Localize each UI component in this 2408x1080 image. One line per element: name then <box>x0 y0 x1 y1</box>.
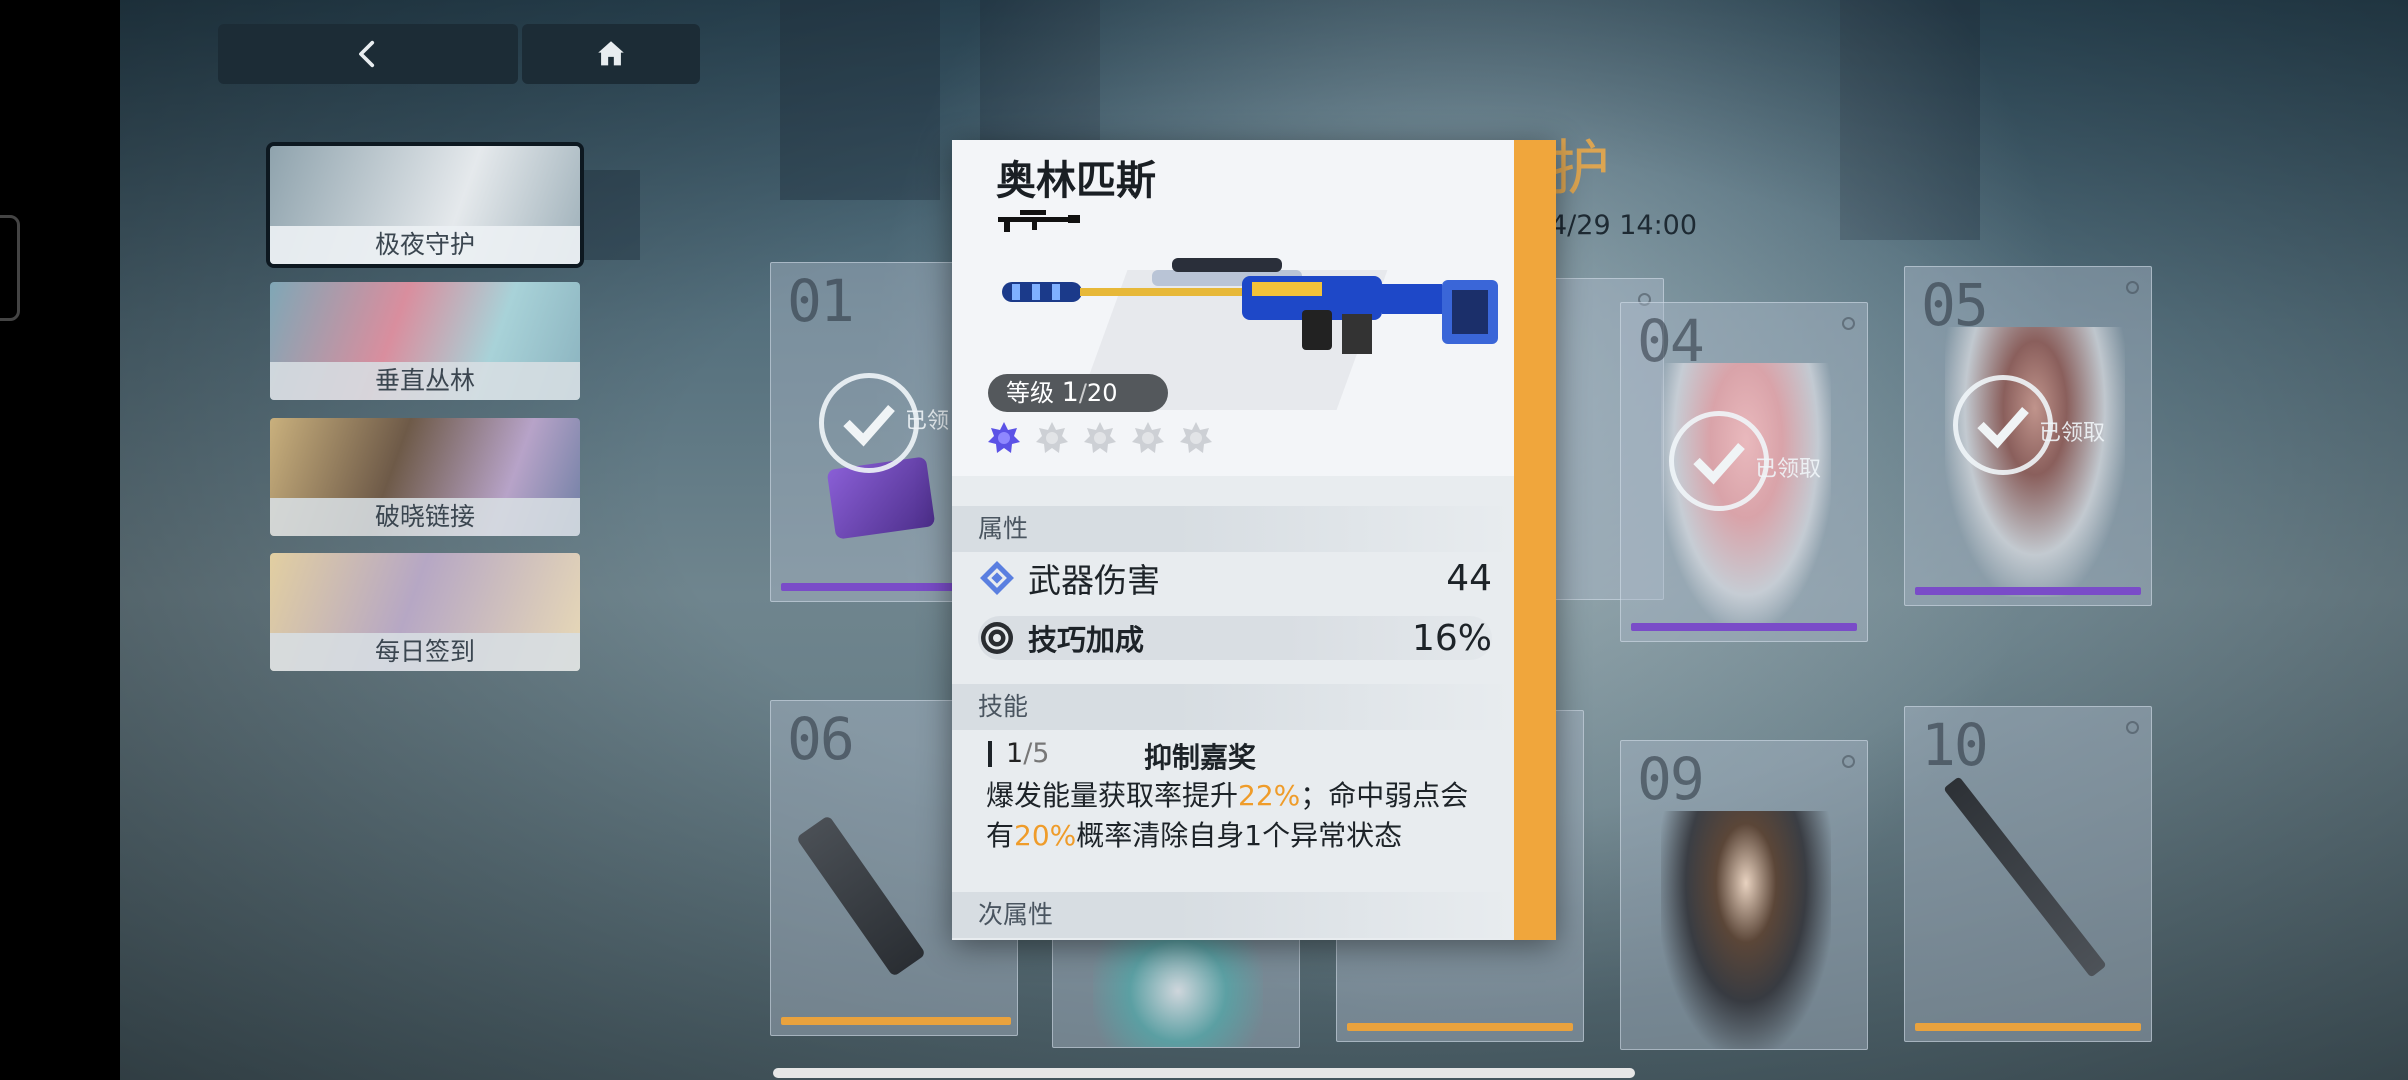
left-black-bar <box>0 0 120 1080</box>
sub-attributes-section-header: 次属性 <box>952 892 1514 938</box>
star-empty-icon <box>1082 420 1118 456</box>
sidebar-item-vertical-jungle[interactable]: 垂直丛林 <box>270 282 580 400</box>
sidebar-item-label: 每日签到 <box>270 633 580 671</box>
weapon-damage-icon <box>980 561 1014 595</box>
star-rank-row <box>986 420 1214 456</box>
card-dot <box>1842 755 1855 768</box>
star-filled-icon <box>986 420 1022 456</box>
back-button[interactable] <box>218 24 518 84</box>
sidebar-item-dawn-link[interactable]: 破晓链接 <box>270 418 580 536</box>
claimed-check-icon <box>1669 411 1769 511</box>
skill-level-max: 5 <box>1032 738 1050 769</box>
level-label: 等级 <box>1006 379 1054 407</box>
character-portrait <box>1661 811 1831 1049</box>
rarity-bar <box>1631 623 1857 631</box>
rarity-bar <box>781 1017 1011 1025</box>
reward-card[interactable]: 10 <box>1904 706 2152 1042</box>
sidebar-item-label: 极夜守护 <box>270 226 580 264</box>
sidebar-item-polar-night[interactable]: 极夜守护 <box>266 142 584 268</box>
reward-card[interactable]: 04 已领取 <box>1620 302 1868 642</box>
card-dot <box>2126 721 2139 734</box>
level-current: 1 <box>1061 377 1079 408</box>
event-date-fragment: 4/29 14:00 <box>1550 210 1698 241</box>
popup-accent-stripe <box>1514 140 1556 940</box>
star-empty-icon <box>1034 420 1070 456</box>
claimed-check-icon <box>1953 375 2053 475</box>
claimed-label: 已领 <box>905 409 950 434</box>
home-indicator[interactable] <box>773 1068 1635 1078</box>
skill-name: 抑制嘉奖 <box>1144 741 1257 774</box>
stat-row-skill-bonus: 技巧加成 16% <box>978 616 1492 660</box>
star-empty-icon <box>1130 420 1166 456</box>
sniper-rifle-type-icon <box>998 210 1080 232</box>
weapon-art-icon <box>1002 258 1498 354</box>
sidebar-item-label: 破晓链接 <box>270 498 580 536</box>
level-max: 20 <box>1086 379 1118 407</box>
reward-card[interactable]: 05 已领取 <box>1904 266 2152 606</box>
chevron-left-icon <box>359 40 375 68</box>
screen-notch <box>0 215 20 321</box>
skill-level-current: 1 <box>1006 738 1024 769</box>
card-number: 06 <box>787 705 855 773</box>
rarity-bar <box>1347 1023 1573 1031</box>
weapon-header: 奥林匹斯 等级 1/20 <box>952 140 1514 476</box>
stat-name: 武器伤害 <box>1028 561 1160 600</box>
card-number: 10 <box>1921 711 1989 779</box>
stat-value: 16% <box>1411 617 1492 659</box>
skill-bonus-icon <box>981 622 1013 654</box>
star-empty-icon <box>1178 420 1214 456</box>
skill-level: 1/5 <box>988 738 1049 769</box>
stat-row-weapon-damage: 武器伤害 44 <box>978 556 1492 600</box>
home-icon <box>598 41 624 66</box>
skill-description: 爆发能量获取率提升22%；命中弱点会有20%概率清除自身1个异常状态 <box>986 779 1469 852</box>
claimed-label: 已领取 <box>2039 421 2106 446</box>
weapon-name: 奥林匹斯 <box>996 158 1156 204</box>
card-number: 09 <box>1637 745 1705 813</box>
stat-value: 44 <box>1446 557 1492 599</box>
rarity-bar <box>1915 1023 2141 1031</box>
weapon-detail-popup[interactable]: 奥林匹斯 等级 1/20 属性 武器伤害 44 技巧加成 16% 技能 1/5 … <box>952 140 1556 940</box>
card-dot <box>1842 317 1855 330</box>
sidebar-item-daily-checkin[interactable]: 每日签到 <box>270 553 580 671</box>
card-number: 01 <box>787 267 855 335</box>
claimed-label: 已领取 <box>1755 457 1822 482</box>
pistol-icon <box>795 814 927 978</box>
sidebar-item-label: 垂直丛林 <box>270 362 580 400</box>
home-button[interactable] <box>522 24 700 84</box>
attributes-section-header: 属性 <box>952 506 1514 552</box>
rifle-icon <box>1943 776 2107 978</box>
reward-card[interactable]: 09 <box>1620 740 1868 1050</box>
rarity-bar <box>781 583 961 591</box>
card-dot <box>2126 281 2139 294</box>
level-pill: 等级 1/20 <box>988 374 1168 412</box>
stat-name: 技巧加成 <box>1028 623 1145 657</box>
skill-section-header: 技能 <box>952 684 1514 730</box>
claimed-check-icon <box>819 373 919 473</box>
event-title-fragment: 护 <box>1550 134 1610 204</box>
rarity-bar <box>1915 587 2141 595</box>
